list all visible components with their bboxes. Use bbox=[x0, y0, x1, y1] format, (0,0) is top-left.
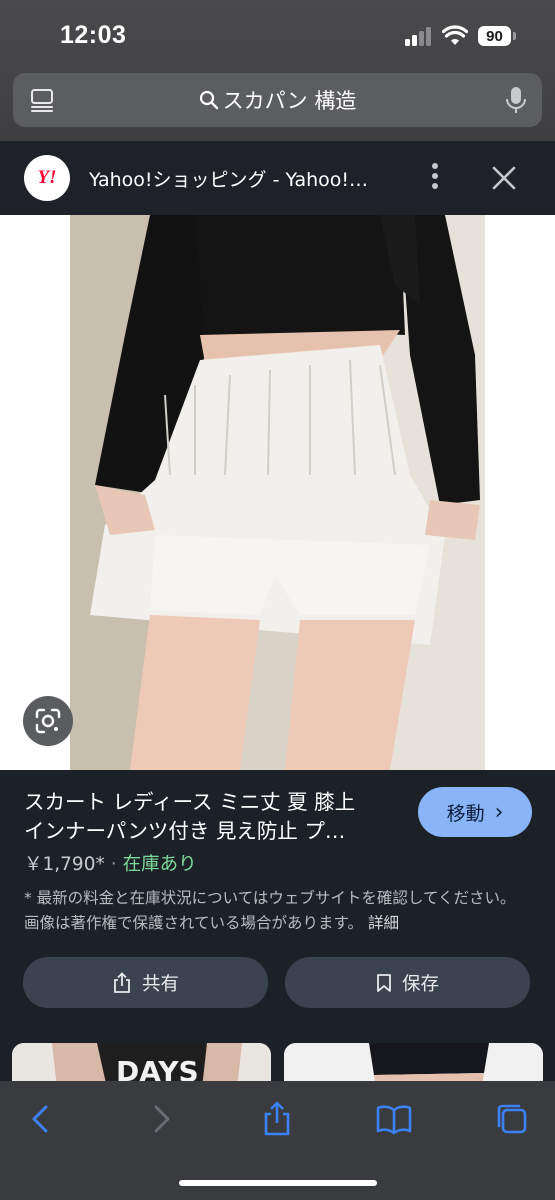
source-title[interactable]: Yahoo!ショッピング - Yahoo!… bbox=[89, 165, 399, 192]
google-lens-icon bbox=[35, 708, 61, 734]
visit-button[interactable]: 移動 › bbox=[418, 787, 532, 837]
google-lens-button[interactable] bbox=[23, 696, 73, 746]
disclaimer-text: * 最新の料金と在庫状況についてはウェブサイトを確認してください。 画像は著作権… bbox=[24, 889, 516, 932]
price: ￥1,790* bbox=[24, 854, 105, 875]
tab-menu-icon[interactable] bbox=[30, 87, 56, 113]
separator-dot: · bbox=[110, 854, 117, 875]
details-link[interactable]: 詳細 bbox=[368, 914, 399, 932]
cellular-signal-icon bbox=[405, 26, 433, 46]
product-title-line-2: インナーパンツ付き 見え防止 プ… bbox=[24, 819, 346, 843]
search-query-area[interactable]: スカパン 構造 bbox=[73, 73, 482, 127]
save-label: 保存 bbox=[401, 973, 439, 995]
back-chevron-icon[interactable] bbox=[23, 1101, 59, 1137]
mic-icon[interactable] bbox=[505, 86, 527, 114]
product-image-area bbox=[0, 215, 555, 770]
wifi-icon bbox=[442, 25, 468, 45]
battery-icon: 90 bbox=[478, 26, 511, 46]
search-icon bbox=[199, 90, 218, 110]
status-bar: 12:03 90 bbox=[0, 0, 555, 72]
bookmark-icon bbox=[377, 973, 391, 992]
save-button[interactable]: 保存 bbox=[285, 957, 530, 1008]
screen: 12:03 90 スカパン 構造 Y! Yahoo!ショッピング - Yahoo… bbox=[0, 0, 555, 1200]
product-title-line-1: スカート レディース ミニ丈 夏 膝上 bbox=[24, 790, 356, 814]
price-line: ￥1,790* · 在庫あり bbox=[24, 850, 197, 876]
top-area: 12:03 90 スカパン 構造 bbox=[0, 0, 555, 141]
product-photo[interactable] bbox=[70, 215, 485, 770]
result-source-header: Y! Yahoo!ショッピング - Yahoo!… bbox=[0, 141, 555, 215]
tabs-icon[interactable] bbox=[494, 1101, 530, 1137]
address-search-bar[interactable]: スカパン 構造 bbox=[13, 73, 542, 127]
stock-status: 在庫あり bbox=[122, 854, 197, 875]
product-title[interactable]: スカート レディース ミニ丈 夏 膝上 インナーパンツ付き 見え防止 プ… bbox=[24, 788, 404, 846]
share-button[interactable]: 共有 bbox=[23, 957, 268, 1008]
disclaimer: * 最新の料金と在庫状況についてはウェブサイトを確認してください。 画像は著作権… bbox=[24, 886, 534, 936]
search-query-text: スカパン 構造 bbox=[222, 89, 357, 113]
share-icon bbox=[114, 971, 130, 993]
chevron-right-icon: › bbox=[494, 799, 504, 825]
share-label: 共有 bbox=[141, 973, 179, 995]
status-time: 12:03 bbox=[60, 21, 127, 49]
yahoo-logo: Y! bbox=[24, 155, 70, 201]
more-options-icon[interactable] bbox=[424, 163, 446, 193]
home-indicator bbox=[179, 1180, 377, 1186]
share-icon[interactable] bbox=[259, 1101, 295, 1137]
close-icon[interactable] bbox=[490, 164, 518, 192]
battery-cap bbox=[513, 32, 516, 40]
forward-chevron-icon bbox=[154, 1105, 170, 1133]
book-icon[interactable] bbox=[376, 1101, 412, 1137]
visit-button-label: 移動 bbox=[446, 802, 485, 825]
